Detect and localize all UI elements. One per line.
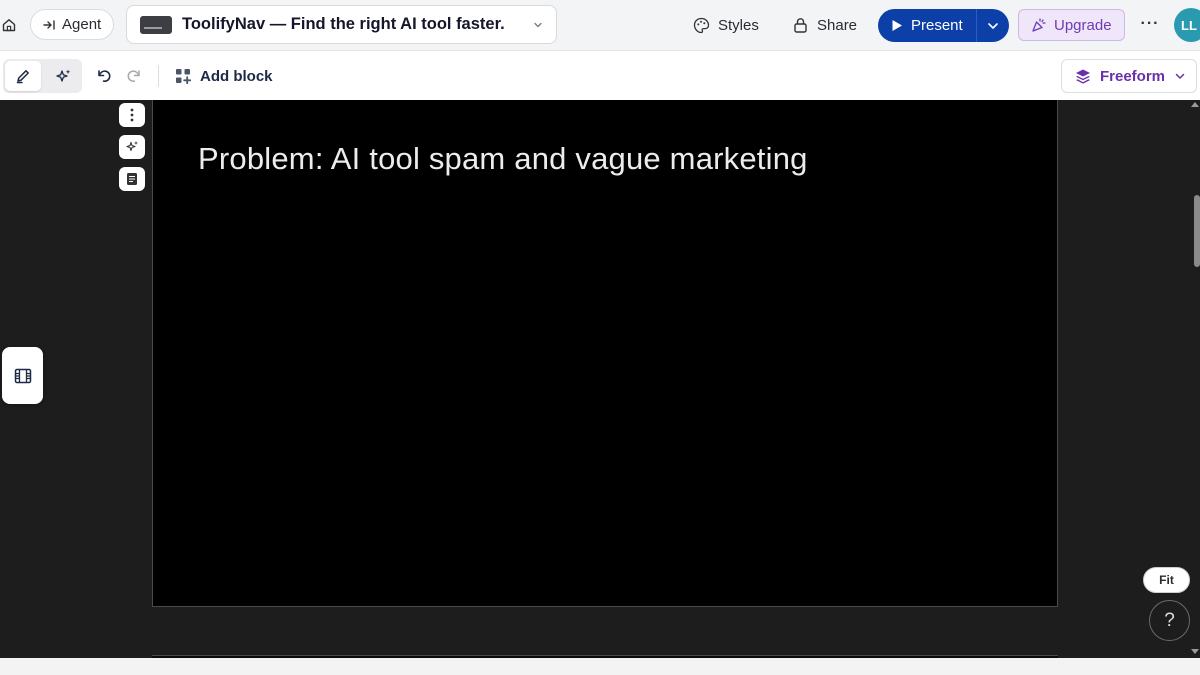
film-icon: [14, 368, 31, 383]
redo-icon: [127, 70, 140, 82]
fit-zoom-button[interactable]: Fit: [1143, 567, 1190, 593]
present-options-button[interactable]: [977, 9, 1009, 42]
styles-label: Styles: [718, 16, 759, 34]
ai-edit-block-button[interactable]: [119, 135, 145, 159]
add-block-button[interactable]: Add block: [175, 65, 273, 87]
mode-toggle: [3, 59, 82, 93]
editor-toolbar: Add block Freeform: [0, 50, 1200, 100]
layers-icon: [1076, 69, 1090, 84]
document-thumbnail: [140, 15, 172, 34]
scroll-down-arrow[interactable]: [1191, 649, 1199, 654]
sparkle-party-icon: [1032, 18, 1046, 32]
toolbar-divider: [158, 65, 159, 87]
sparkles-icon: [55, 69, 70, 82]
pencil-icon: [16, 70, 29, 84]
freeform-label: Freeform: [1100, 67, 1166, 85]
editor-canvas[interactable]: Problem: AI tool spam and vague marketin…: [0, 100, 1200, 658]
undo-icon: [98, 70, 111, 82]
edit-mode-button[interactable]: [5, 61, 41, 91]
arrow-into-bar-icon: [43, 19, 55, 30]
play-icon: [892, 20, 902, 31]
undo-button[interactable]: [94, 66, 114, 86]
help-label: ?: [1164, 609, 1175, 631]
slide-panel-toggle[interactable]: [2, 347, 43, 404]
styles-button[interactable]: Styles: [693, 12, 759, 38]
vertical-dots-icon: [130, 108, 134, 122]
speaker-notes-button[interactable]: [119, 167, 145, 191]
top-bar: Agent ToolifyNav — Find the right AI too…: [0, 0, 1200, 50]
agent-label: Agent: [62, 16, 102, 33]
agent-button[interactable]: Agent: [30, 9, 114, 40]
help-button[interactable]: ?: [1149, 600, 1190, 641]
block-menu-button[interactable]: [119, 103, 145, 127]
present-button[interactable]: Present: [878, 9, 976, 42]
bottom-edge: [0, 658, 1200, 675]
palette-icon: [693, 17, 710, 33]
sparkles-icon: [126, 141, 138, 152]
add-block-label: Add block: [200, 67, 273, 85]
grid-plus-icon: [176, 69, 191, 84]
notes-icon: [127, 173, 137, 185]
slide-card[interactable]: Problem: AI tool spam and vague marketin…: [152, 100, 1058, 607]
user-avatar[interactable]: LL: [1174, 8, 1200, 42]
avatar-initials: LL: [1181, 17, 1197, 33]
more-label: ···: [1140, 15, 1160, 32]
ai-mode-button[interactable]: [45, 61, 81, 91]
chevron-down-icon: [988, 22, 998, 29]
present-button-group: Present: [878, 9, 1009, 42]
more-options-button[interactable]: ···: [1139, 13, 1161, 35]
chevron-down-icon: [1175, 73, 1185, 79]
document-title: ToolifyNav — Find the right AI tool fast…: [182, 15, 505, 33]
scrollbar-thumb[interactable]: [1194, 195, 1200, 267]
slide-title[interactable]: Problem: AI tool spam and vague marketin…: [198, 141, 808, 177]
present-label: Present: [911, 17, 963, 34]
freeform-dropdown[interactable]: Freeform: [1061, 59, 1197, 93]
share-label: Share: [817, 16, 858, 34]
lock-icon: [794, 18, 807, 33]
share-button[interactable]: Share: [793, 12, 857, 38]
home-icon: [2, 19, 16, 32]
home-button[interactable]: [0, 14, 18, 36]
chevron-down-icon: [534, 22, 542, 28]
document-title-dropdown[interactable]: ToolifyNav — Find the right AI tool fast…: [126, 5, 557, 44]
vertical-scrollbar[interactable]: [1191, 100, 1200, 658]
upgrade-label: Upgrade: [1054, 16, 1112, 34]
upgrade-button[interactable]: Upgrade: [1018, 9, 1125, 41]
redo-button[interactable]: [124, 66, 144, 86]
scroll-up-arrow[interactable]: [1191, 102, 1199, 107]
fit-label: Fit: [1159, 573, 1174, 587]
